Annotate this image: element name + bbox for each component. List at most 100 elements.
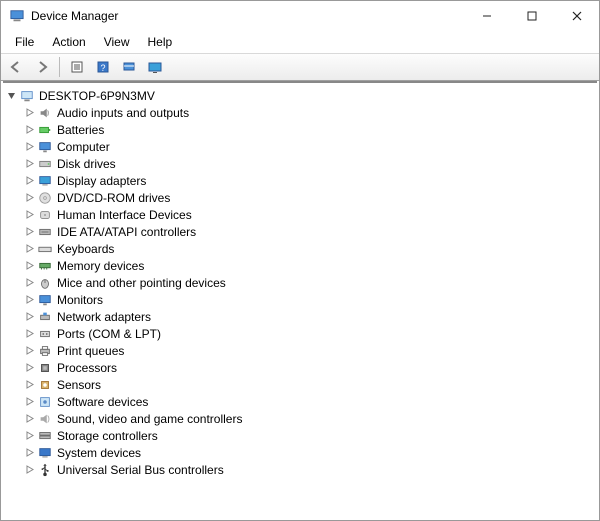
collapse-toggle-icon[interactable] [5, 90, 17, 102]
menu-help[interactable]: Help [140, 33, 181, 51]
tree-item[interactable]: Sound, video and game controllers [23, 410, 595, 427]
tree-item[interactable]: Computer [23, 138, 595, 155]
system-icon [37, 445, 53, 461]
tree-item-label: Disk drives [57, 157, 116, 171]
minimize-button[interactable] [464, 1, 509, 31]
show-button[interactable] [144, 56, 166, 78]
forward-button[interactable] [31, 56, 53, 78]
tree-item-label: Monitors [57, 293, 103, 307]
tree-root-label: DESKTOP-6P9N3MV [39, 89, 155, 103]
tree-item[interactable]: Print queues [23, 342, 595, 359]
tree-item-label: Storage controllers [57, 429, 158, 443]
expand-toggle-icon[interactable] [23, 124, 35, 136]
back-button[interactable] [5, 56, 27, 78]
tree-item-label: Network adapters [57, 310, 151, 324]
tree-root-item[interactable]: DESKTOP-6P9N3MV [5, 87, 595, 104]
help-button[interactable]: ? [92, 56, 114, 78]
tree-item[interactable]: IDE ATA/ATAPI controllers [23, 223, 595, 240]
tree-item[interactable]: Monitors [23, 291, 595, 308]
expand-toggle-icon[interactable] [23, 107, 35, 119]
tree-item-label: Software devices [57, 395, 148, 409]
toolbar: ? [1, 53, 599, 81]
expand-toggle-icon[interactable] [23, 141, 35, 153]
cd-icon [37, 190, 53, 206]
tree-item[interactable]: Software devices [23, 393, 595, 410]
tree-item[interactable]: Display adapters [23, 172, 595, 189]
tree-item-label: Print queues [57, 344, 124, 358]
tree-item-label: Universal Serial Bus controllers [57, 463, 224, 477]
printer-icon [37, 343, 53, 359]
menubar: File Action View Help [1, 31, 599, 53]
port-icon [37, 326, 53, 342]
device-tree[interactable]: DESKTOP-6P9N3MV Audio inputs and outputs… [3, 81, 597, 518]
tree-item-label: Sensors [57, 378, 101, 392]
tree-item[interactable]: Memory devices [23, 257, 595, 274]
tree-item[interactable]: Disk drives [23, 155, 595, 172]
expand-toggle-icon[interactable] [23, 175, 35, 187]
tree-item[interactable]: Processors [23, 359, 595, 376]
tree-item[interactable]: Batteries [23, 121, 595, 138]
tree-item[interactable]: DVD/CD-ROM drives [23, 189, 595, 206]
properties-button[interactable] [66, 56, 88, 78]
titlebar: Device Manager [1, 1, 599, 31]
expand-toggle-icon[interactable] [23, 328, 35, 340]
expand-toggle-icon[interactable] [23, 413, 35, 425]
maximize-button[interactable] [509, 1, 554, 31]
tree-item-label: Sound, video and game controllers [57, 412, 242, 426]
tree-item-label: System devices [57, 446, 141, 460]
close-button[interactable] [554, 1, 599, 31]
expand-toggle-icon[interactable] [23, 447, 35, 459]
keyboard-icon [37, 241, 53, 257]
tree-item-label: IDE ATA/ATAPI controllers [57, 225, 196, 239]
menu-file[interactable]: File [7, 33, 42, 51]
menu-action[interactable]: Action [44, 33, 93, 51]
expand-toggle-icon[interactable] [23, 362, 35, 374]
hid-icon [37, 207, 53, 223]
menu-view[interactable]: View [96, 33, 138, 51]
tree-item-label: Audio inputs and outputs [57, 106, 189, 120]
expand-toggle-icon[interactable] [23, 260, 35, 272]
expand-toggle-icon[interactable] [23, 430, 35, 442]
tree-item-label: Ports (COM & LPT) [57, 327, 161, 341]
expand-toggle-icon[interactable] [23, 294, 35, 306]
tree-item-label: Batteries [57, 123, 104, 137]
scan-button[interactable] [118, 56, 140, 78]
disk-icon [37, 156, 53, 172]
expand-toggle-icon[interactable] [23, 209, 35, 221]
expand-toggle-icon[interactable] [23, 192, 35, 204]
tree-item[interactable]: Audio inputs and outputs [23, 104, 595, 121]
expand-toggle-icon[interactable] [23, 464, 35, 476]
tree-item[interactable]: Keyboards [23, 240, 595, 257]
tree-item-label: DVD/CD-ROM drives [57, 191, 170, 205]
computer-icon [19, 88, 35, 104]
memory-icon [37, 258, 53, 274]
audio-icon [37, 105, 53, 121]
cpu-icon [37, 360, 53, 376]
ide-icon [37, 224, 53, 240]
tree-item[interactable]: Human Interface Devices [23, 206, 595, 223]
expand-toggle-icon[interactable] [23, 345, 35, 357]
tree-item[interactable]: Network adapters [23, 308, 595, 325]
tree-item[interactable]: Sensors [23, 376, 595, 393]
battery-icon [37, 122, 53, 138]
expand-toggle-icon[interactable] [23, 311, 35, 323]
tree-item[interactable]: Universal Serial Bus controllers [23, 461, 595, 478]
tree-item[interactable]: Ports (COM & LPT) [23, 325, 595, 342]
sound-icon [37, 411, 53, 427]
tree-item-label: Keyboards [57, 242, 114, 256]
tree-item-label: Display adapters [57, 174, 146, 188]
tree-item[interactable]: Storage controllers [23, 427, 595, 444]
expand-toggle-icon[interactable] [23, 379, 35, 391]
expand-toggle-icon[interactable] [23, 226, 35, 238]
network-icon [37, 309, 53, 325]
monitor-icon [37, 292, 53, 308]
expand-toggle-icon[interactable] [23, 158, 35, 170]
mouse-icon [37, 275, 53, 291]
expand-toggle-icon[interactable] [23, 396, 35, 408]
tree-item[interactable]: System devices [23, 444, 595, 461]
expand-toggle-icon[interactable] [23, 277, 35, 289]
monitor-icon [37, 139, 53, 155]
expand-toggle-icon[interactable] [23, 243, 35, 255]
usb-icon [37, 462, 53, 478]
tree-item[interactable]: Mice and other pointing devices [23, 274, 595, 291]
